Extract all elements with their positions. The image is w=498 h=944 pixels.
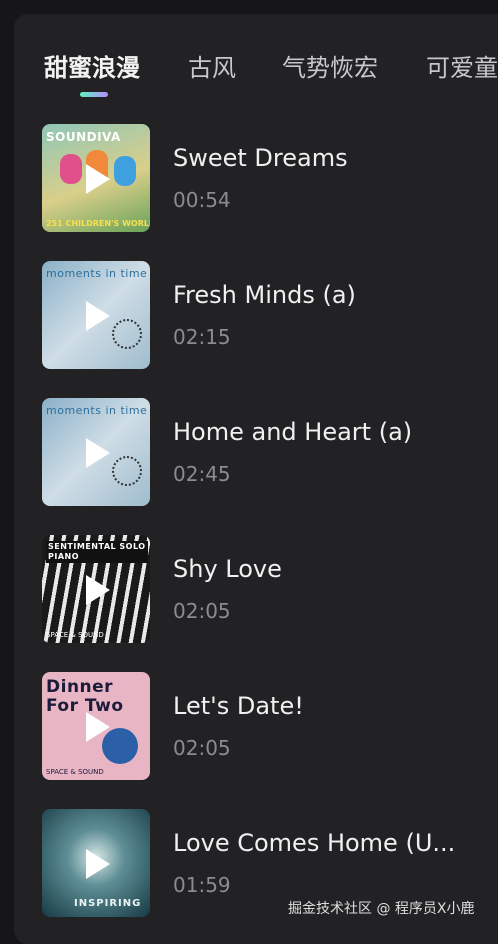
cover-title: moments in time — [46, 404, 148, 417]
track-title: Sweet Dreams — [173, 144, 348, 172]
album-cover: Dinner For Two SPACE & SOUND — [42, 672, 150, 780]
tab-cute-child[interactable]: 可爱童 — [426, 48, 498, 83]
music-panel: 甜蜜浪漫 古风 气势恢宏 可爱童 SOUNDIVA 251 CHILDREN'S… — [14, 14, 498, 944]
album-cover: moments in time — [42, 398, 150, 506]
play-icon[interactable] — [86, 575, 110, 605]
play-icon[interactable] — [86, 849, 110, 879]
play-icon[interactable] — [86, 438, 110, 468]
cover-subtitle: SPACE & SOUND — [46, 631, 104, 639]
cover-title: Dinner For Two — [46, 677, 124, 716]
track-title: Love Comes Home (U... — [173, 829, 456, 857]
track-duration: 00:54 — [173, 188, 231, 212]
watermark: 掘金技术社区 @ 程序员X小鹿 — [288, 901, 475, 917]
track-title: Shy Love — [173, 555, 282, 583]
track-item[interactable]: SOUNDIVA 251 CHILDREN'S WORLD Sweet Drea… — [42, 124, 498, 232]
track-item[interactable]: SENTIMENTAL SOLO PIANO SPACE & SOUND Shy… — [42, 535, 498, 643]
play-icon[interactable] — [86, 164, 110, 194]
track-title: Home and Heart (a) — [173, 418, 413, 446]
play-icon[interactable] — [86, 712, 110, 742]
track-duration: 02:05 — [173, 599, 231, 623]
track-item[interactable]: Dinner For Two SPACE & SOUND Let's Date!… — [42, 672, 498, 780]
tab-ancient-style[interactable]: 古风 — [188, 48, 236, 83]
track-duration: 01:59 — [173, 873, 231, 897]
cover-subtitle: 251 CHILDREN'S WORLD — [46, 219, 150, 228]
category-tabs: 甜蜜浪漫 古风 气势恢宏 可爱童 — [14, 14, 498, 114]
play-icon[interactable] — [86, 301, 110, 331]
cover-title: SOUNDIVA — [46, 130, 121, 144]
track-duration: 02:45 — [173, 462, 231, 486]
tab-grand-majestic[interactable]: 气势恢宏 — [282, 48, 378, 83]
cover-subtitle: SPACE & SOUND — [46, 768, 104, 776]
cover-title: SENTIMENTAL SOLO PIANO — [46, 541, 148, 563]
track-item[interactable]: moments in time Home and Heart (a) 02:45 — [42, 398, 498, 506]
tab-sweet-romance[interactable]: 甜蜜浪漫 — [44, 48, 140, 83]
track-duration: 02:05 — [173, 736, 231, 760]
album-cover: INSPIRING — [42, 809, 150, 917]
active-tab-indicator — [80, 92, 108, 97]
cover-subtitle: INSPIRING — [74, 898, 142, 909]
album-cover: moments in time — [42, 261, 150, 369]
track-duration: 02:15 — [173, 325, 231, 349]
track-item[interactable]: moments in time Fresh Minds (a) 02:15 — [42, 261, 498, 369]
track-title: Let's Date! — [173, 692, 304, 720]
album-cover: SOUNDIVA 251 CHILDREN'S WORLD — [42, 124, 150, 232]
track-title: Fresh Minds (a) — [173, 281, 356, 309]
album-cover: SENTIMENTAL SOLO PIANO SPACE & SOUND — [42, 535, 150, 643]
cover-title: moments in time — [46, 267, 148, 280]
